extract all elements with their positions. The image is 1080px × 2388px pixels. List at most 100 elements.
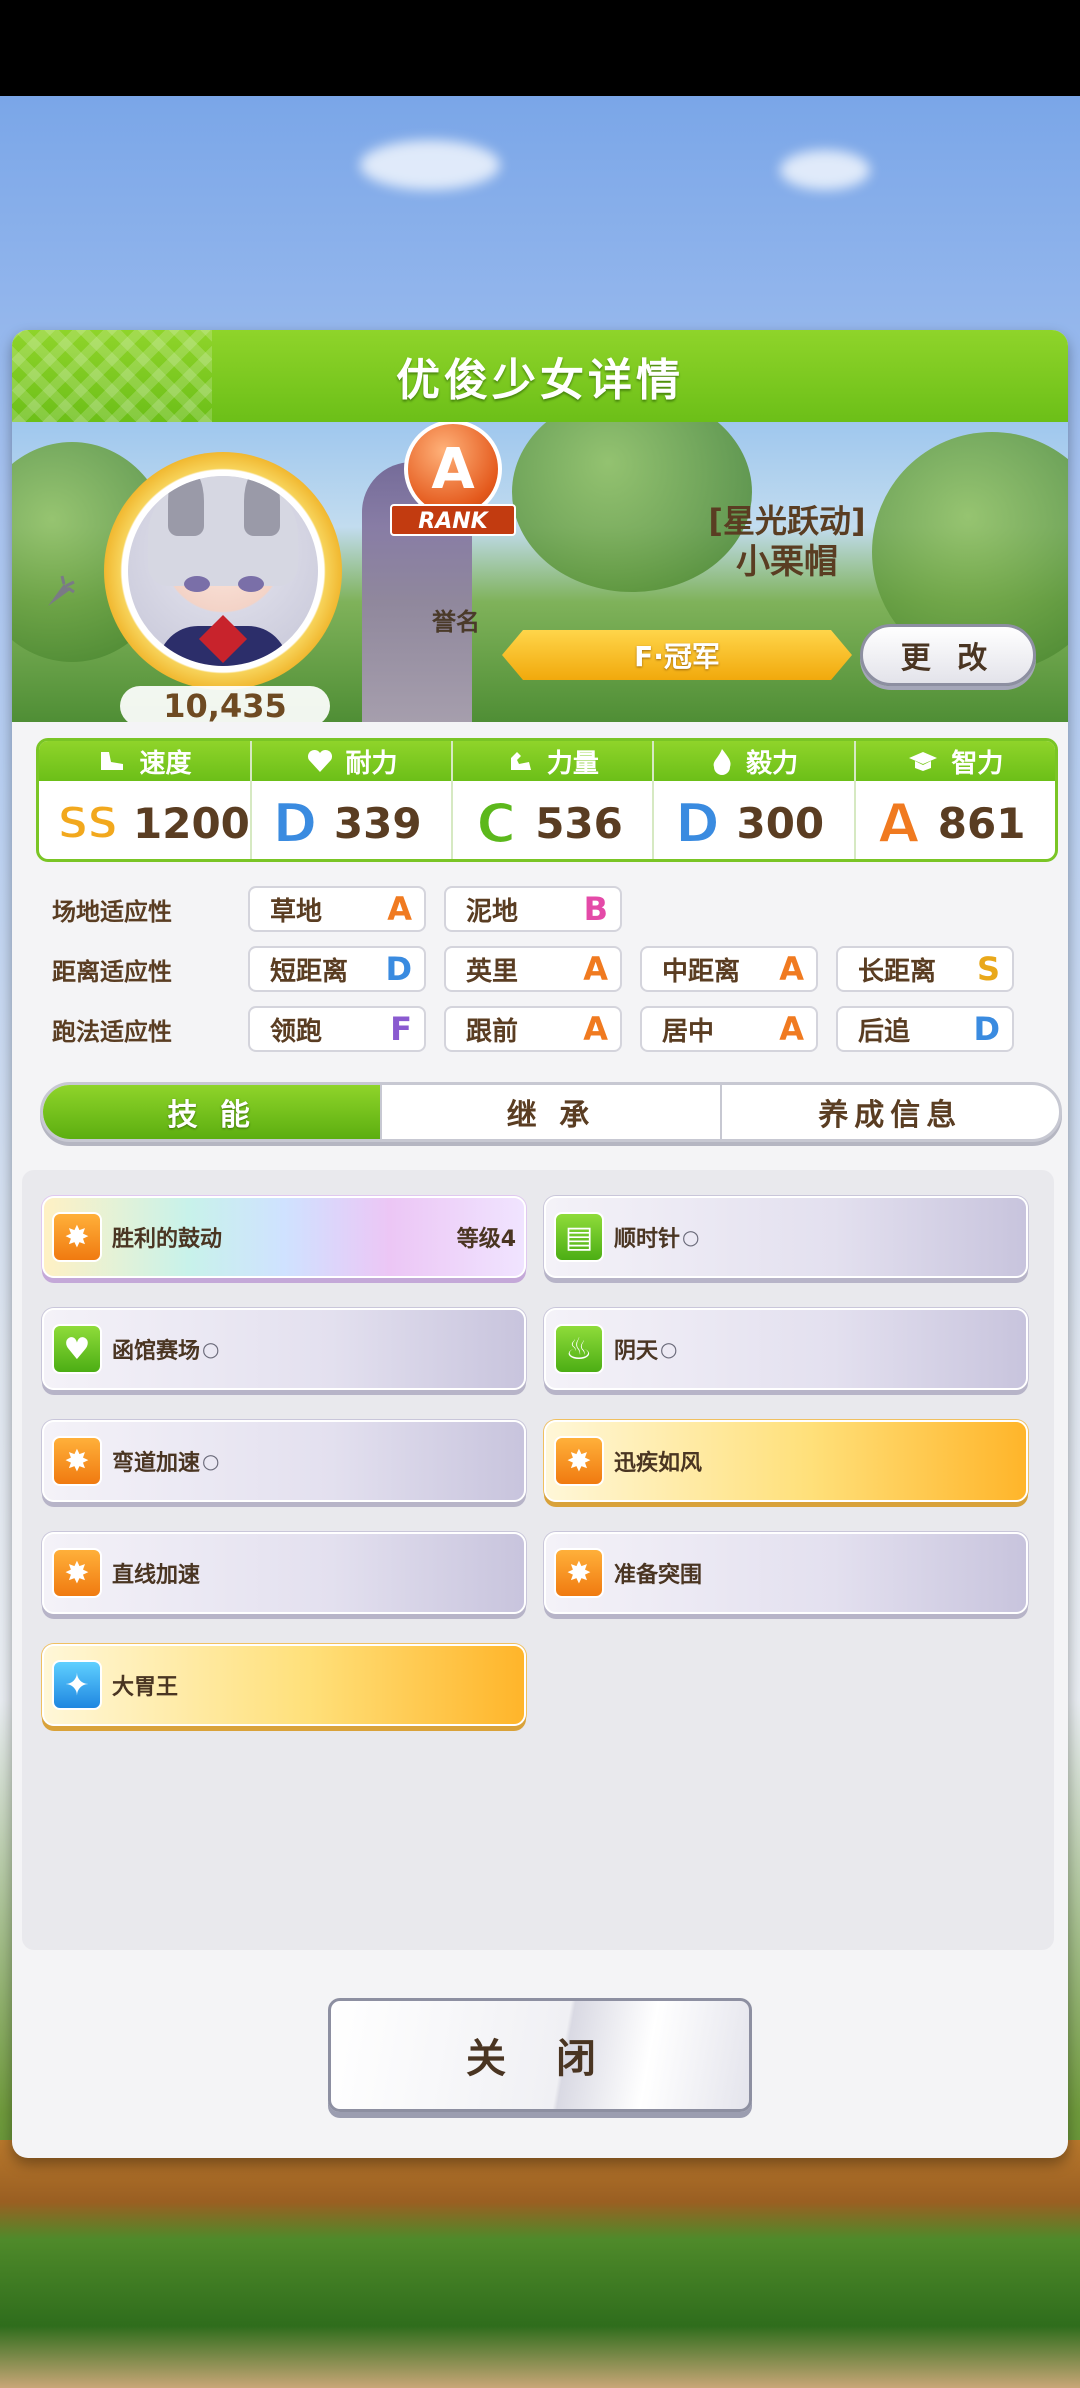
aptitude-name: 泥地 xyxy=(466,896,519,927)
aptitude-grade: D xyxy=(973,1010,1000,1048)
stat-guts-label: 毅力 xyxy=(746,748,799,779)
skill-card[interactable]: ✸ 直线加速 xyxy=(42,1532,526,1614)
stat-guts-grade: D xyxy=(674,791,721,856)
carrot-icon xyxy=(48,575,75,606)
skill-hint: ○ xyxy=(202,1449,220,1473)
skill-name: 弯道加速 xyxy=(112,1451,201,1476)
aptitude-name: 中距离 xyxy=(662,956,741,987)
sparkle-icon: ✦ xyxy=(52,1660,102,1710)
aptitude-chip: 后追 D xyxy=(836,1006,1014,1052)
aptitude-name: 后追 xyxy=(858,1016,911,1047)
skill-card[interactable]: ✸ 准备突围 xyxy=(544,1532,1028,1614)
aptitude-chip: 泥地 B xyxy=(444,886,622,932)
aptitude-chip: 领跑 F xyxy=(248,1006,426,1052)
tab-skills[interactable]: 技 能 xyxy=(43,1085,383,1139)
character-avatar xyxy=(104,452,342,690)
detail-panel: 优俊少女详情 10,435 A RANK 誉名 [星光跃动] 小栗帽 F·冠军 … xyxy=(12,330,1068,2158)
rank-badge: A RANK xyxy=(390,422,516,550)
skill-card[interactable]: ♥ 函馆赛场 ○ xyxy=(42,1308,526,1390)
stat-stamina: 耐力 D 339 xyxy=(251,741,454,859)
stat-stamina-head: 耐力 xyxy=(251,741,452,781)
skills-list: ✸ 胜利的鼓动 等级4 ▤ 顺时针 ○ ♥ 函馆赛场 ○ ♨ 阴天 ○ ✸ 弯道… xyxy=(22,1170,1054,1950)
stat-guts-value: 300 xyxy=(736,798,825,848)
skill-card[interactable]: ✸ 胜利的鼓动 等级4 xyxy=(42,1196,526,1278)
stat-power-head: 力量 xyxy=(453,741,653,781)
stats-panel: 速度 SS 1200 耐力 D 339 力量 C 536 毅力 D 300 智力… xyxy=(36,738,1058,862)
skill-card[interactable]: ♨ 阴天 ○ xyxy=(544,1308,1028,1390)
close-button[interactable]: 关 闭 xyxy=(328,1998,752,2112)
skill-card[interactable]: ✦ 大胃王 xyxy=(42,1644,526,1726)
fan-count: 10,435 xyxy=(120,686,330,722)
stat-speed: 速度 SS 1200 xyxy=(39,741,252,859)
stat-stamina-body: D 339 xyxy=(252,781,451,859)
stat-power-label: 力量 xyxy=(546,748,599,779)
skill-name: 函馆赛场 xyxy=(112,1339,201,1364)
stat-guts-head: 毅力 xyxy=(654,741,854,781)
skill-level: 等级4 xyxy=(456,1227,516,1252)
running-icon: ✸ xyxy=(52,1212,102,1262)
aptitude-grade: A xyxy=(583,1010,608,1048)
running-icon: ✸ xyxy=(554,1548,604,1598)
tab-inherit[interactable]: 继 承 xyxy=(382,1085,722,1139)
aptitude-name: 长距离 xyxy=(858,956,937,987)
character-banner: 10,435 A RANK 誉名 [星光跃动] 小栗帽 F·冠军 更 改 xyxy=(12,422,1068,722)
heart-icon: ♥ xyxy=(52,1324,102,1374)
skill-hint: ○ xyxy=(202,1337,220,1361)
aptitude-grade: B xyxy=(583,890,608,928)
tab-training-info[interactable]: 养成信息 xyxy=(722,1085,1059,1139)
aptitude-name: 英里 xyxy=(466,956,519,987)
skill-name: 准备突围 xyxy=(614,1563,703,1588)
rank-caption: 誉名 xyxy=(432,608,480,636)
avatar-eye xyxy=(238,576,264,592)
heart-icon xyxy=(307,749,332,772)
stat-speed-grade: SS xyxy=(56,797,119,850)
stat-power-value: 536 xyxy=(535,798,623,848)
stat-wisdom-head: 智力 xyxy=(855,741,1055,781)
cap-icon xyxy=(909,752,938,771)
aptitude-grade: A xyxy=(779,950,804,988)
title-plate: F·冠军 xyxy=(502,630,852,680)
stat-speed-value: 1200 xyxy=(133,798,250,848)
card-icon: ▤ xyxy=(554,1212,604,1262)
skill-hint: ○ xyxy=(682,1225,700,1249)
aptitude-label: 场地适应性 xyxy=(52,897,172,926)
aptitude-label: 距离适应性 xyxy=(52,957,172,986)
stat-stamina-grade: D xyxy=(271,791,318,856)
detail-tabs: 技 能 继 承 养成信息 xyxy=(40,1082,1062,1142)
flame-icon: ♨ xyxy=(554,1324,604,1374)
rank-ribbon: RANK xyxy=(390,504,516,536)
stat-power: 力量 C 536 xyxy=(453,741,655,859)
stat-power-grade: C xyxy=(475,791,517,856)
status-bar xyxy=(0,0,1080,96)
aptitude-grade: A xyxy=(387,890,412,928)
aptitude-grade: S xyxy=(976,950,1000,988)
stat-stamina-value: 339 xyxy=(333,798,422,848)
aptitude-chip: 短距离 D xyxy=(248,946,426,992)
aptitude-chip: 居中 A xyxy=(640,1006,818,1052)
running-icon: ✸ xyxy=(52,1436,102,1486)
skill-name: 直线加速 xyxy=(112,1563,201,1588)
skill-card[interactable]: ✸ 迅疾如风 xyxy=(544,1420,1028,1502)
stat-stamina-label: 耐力 xyxy=(345,748,398,779)
aptitude-name: 居中 xyxy=(662,1016,715,1047)
aptitude-row-distance: 距离适应性 短距离 D 英里 A 中距离 A 长距离 S xyxy=(52,946,1032,992)
stat-speed-label: 速度 xyxy=(139,748,192,779)
aptitude-grade: F xyxy=(390,1010,412,1048)
change-title-button[interactable]: 更 改 xyxy=(860,624,1036,686)
stat-power-body: C 536 xyxy=(453,781,652,859)
avatar-portrait xyxy=(128,476,318,666)
running-icon: ✸ xyxy=(554,1436,604,1486)
skill-name: 胜利的鼓动 xyxy=(112,1227,223,1252)
skill-card[interactable]: ✸ 弯道加速 ○ xyxy=(42,1420,526,1502)
aptitude-name: 草地 xyxy=(270,896,323,927)
skill-card[interactable]: ▤ 顺时针 ○ xyxy=(544,1196,1028,1278)
aptitude-chip: 跟前 A xyxy=(444,1006,622,1052)
aptitude-chip: 长距离 S xyxy=(836,946,1014,992)
stat-speed-head: 速度 xyxy=(39,741,250,781)
stat-wisdom-value: 861 xyxy=(937,798,1026,848)
stat-wisdom: 智力 A 861 xyxy=(855,741,1055,859)
aptitude-grade: A xyxy=(583,950,608,988)
aptitude-chip: 中距离 A xyxy=(640,946,818,992)
aptitude-chip: 草地 A xyxy=(248,886,426,932)
shoe-icon xyxy=(101,752,124,770)
